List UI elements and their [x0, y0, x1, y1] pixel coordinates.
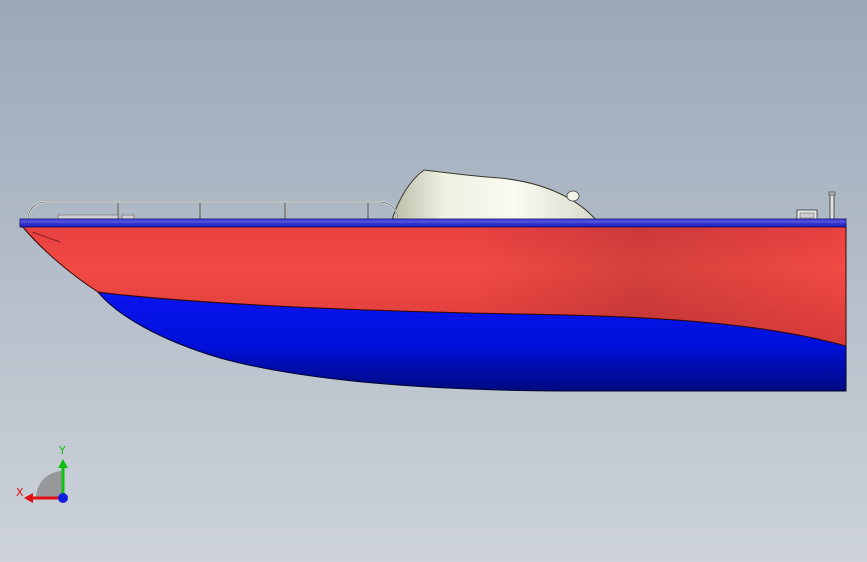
y-axis-label: Y — [58, 444, 66, 457]
orientation-triad: X Y — [16, 444, 68, 503]
bow-railing — [27, 201, 399, 221]
graphics-viewport[interactable]: X Y — [0, 0, 867, 562]
cabin-dome — [391, 169, 598, 221]
deck-gunwale — [19, 218, 847, 228]
cabin-light — [566, 190, 580, 202]
y-arrow-head — [58, 459, 68, 468]
x-axis-label: X — [16, 486, 24, 499]
x-arrow-head — [24, 493, 33, 503]
stern-fittings — [796, 191, 836, 221]
triad-quarter-disc — [36, 471, 63, 498]
boat-model[interactable]: X Y — [0, 0, 867, 562]
z-axis-dot — [58, 493, 68, 503]
